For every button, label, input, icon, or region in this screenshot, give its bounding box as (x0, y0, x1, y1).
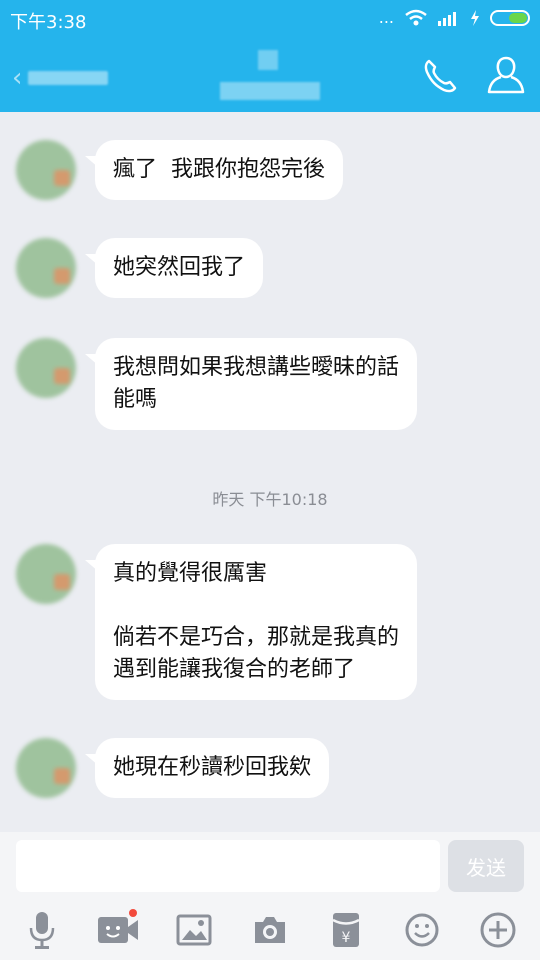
blurred-back-label (28, 71, 109, 85)
plus-icon[interactable] (473, 905, 523, 955)
blurred-title-mark (258, 50, 278, 70)
notification-dot (129, 909, 137, 917)
input-row: 发送 (0, 832, 540, 900)
avatar[interactable] (16, 738, 76, 798)
wifi-icon (405, 9, 427, 25)
microphone-icon[interactable] (17, 905, 67, 955)
avatar[interactable] (16, 140, 76, 200)
chat-timestamp: 昨天 下午10:18 (212, 490, 328, 509)
message-bubble[interactable]: 瘋了 我跟你抱怨完後 (85, 140, 343, 200)
video-call-icon[interactable] (93, 905, 143, 955)
message-input[interactable] (16, 840, 440, 892)
image-icon[interactable] (169, 905, 219, 955)
status-bar: 下午3:38 ... (0, 0, 540, 38)
avatar[interactable] (16, 544, 76, 604)
status-icons: ... (379, 8, 530, 27)
phone-icon[interactable] (420, 56, 460, 96)
message-bubble[interactable]: 她現在秒讀秒回我欸 (84, 738, 330, 798)
input-toolbar: ¥ (0, 900, 540, 960)
avatar[interactable] (16, 238, 76, 298)
avatar[interactable] (16, 338, 76, 398)
battery-icon (490, 9, 530, 26)
emoji-icon[interactable] (397, 905, 447, 955)
svg-text:¥: ¥ (342, 930, 351, 946)
message-bubble[interactable]: 她突然回我了 (84, 238, 264, 298)
profile-icon[interactable] (486, 54, 526, 96)
header: 下午3:38 ... ‹ (0, 0, 540, 112)
more-dots: ... (378, 8, 394, 27)
status-time: 下午3:38 (10, 12, 87, 33)
send-button[interactable]: 发送 (448, 840, 524, 892)
message-bubble[interactable]: 我想問如果我想講些曖昧的話 能嗎 (84, 338, 418, 430)
camera-icon[interactable] (245, 905, 295, 955)
title-bar: ‹ (0, 38, 540, 112)
message-bubble[interactable]: 真的覺得很厲害 倘若不是巧合，那就是我真的 遇到能讓我復合的老師了 (84, 544, 418, 700)
charging-icon (471, 9, 479, 26)
blurred-contact-name (220, 82, 320, 100)
red-packet-icon[interactable]: ¥ (321, 905, 371, 955)
back-button[interactable]: ‹ (12, 60, 122, 96)
chat-area[interactable]: 瘋了 我跟你抱怨完後 她突然回我了 我想問如果我想講些曖昧的話 能嗎 昨天 下午… (0, 112, 540, 832)
signal-icon (438, 10, 460, 26)
chevron-left-icon: ‹ (12, 63, 23, 93)
